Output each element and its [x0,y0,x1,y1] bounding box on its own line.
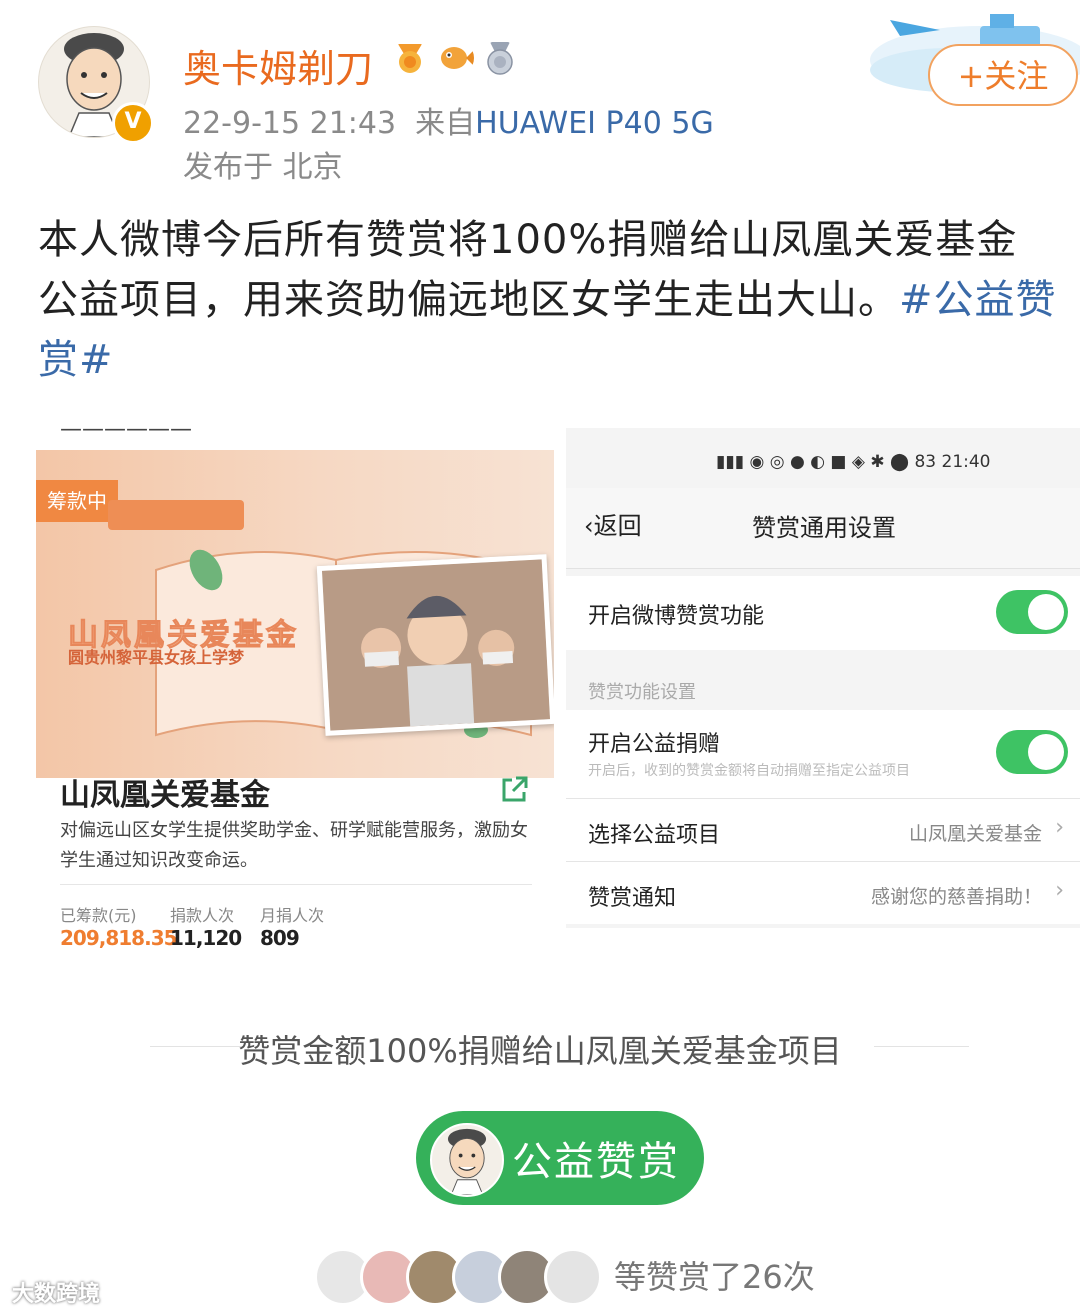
section-header: 赞赏功能设置 [588,682,696,703]
post-text: 本人微博今后所有赞赏将100%捐赠给山凤凰关爱基金公益项目，用来资助偏远地区女学… [38,210,1058,390]
donations-value: 11,120 [170,926,242,950]
external-link-icon[interactable] [498,774,530,806]
fund-project-screenshot[interactable]: —————— 筹款中 山凤凰关爱基金 圆贵州黎平县女孩上学梦 山凤凰关爱基金 [36,428,556,958]
fish-badge-icon [441,47,474,69]
reward-button-label: 公益赞赏 [512,1139,680,1185]
bronze-medal-icon [398,44,422,73]
monthly-value: 809 [260,926,300,950]
reward-settings-screenshot[interactable]: ▮▮▮ ◉ ◎ ● ◐ ■ ◈ ✱ ⬤ 83 21:40 ‹返回 赞赏通用设置 … [566,428,1080,928]
settings-title: 赞赏通用设置 [752,514,896,542]
device-link[interactable]: HUAWEI P40 5G [475,106,714,141]
row-select-project[interactable]: 选择公益项目 山凤凰关爱基金 › [566,799,1080,861]
donor-avatar[interactable] [544,1248,602,1306]
fund-banner: 筹款中 山凤凰关爱基金 圆贵州黎平县女孩上学梦 [36,450,554,778]
charity-reward-button[interactable]: 公益赞赏 [416,1111,704,1205]
row-hint: 开启后，收到的赞赏金额将自动捐赠至指定公益项目 [588,763,910,779]
caricature-face-icon [447,1128,487,1195]
nav-bar: ‹返回 赞赏通用设置 [566,488,1080,569]
chevron-right-icon: › [1055,878,1064,903]
row-enable-reward[interactable]: 开启微博赞赏功能 [566,576,1080,650]
source-prefix: 来自 [415,106,476,141]
back-button[interactable]: ‹返回 [584,506,642,541]
chevron-left-icon: ‹ [584,512,594,540]
post-meta: 22-9-15 21:43 来自HUAWEI P40 5G [183,98,714,142]
row-value: 感谢您的慈善捐助！ [870,886,1042,908]
project-description: 对偏远山区女学生提供奖助学金、研学赋能营服务，激励女学生通过知识改变命运。 [60,820,528,871]
signal-icon: ▮▮▮ ◉ ◎ ● ◐ ■ ◈ ✱ ⬤ [716,452,915,472]
toggle-knob [1028,594,1064,630]
divider [60,884,532,885]
reward-count[interactable]: 等赞赏了26次 [614,1252,815,1298]
post-body: 本人微博今后所有赞赏将100%捐赠给山凤凰关爱基金公益项目，用来资助偏远地区女学… [38,217,1018,323]
row-label: 选择公益项目 [588,823,721,848]
org-logo-chip [108,500,244,530]
fundraising-tag: 筹款中 [36,480,118,522]
status-time: 21:40 [941,452,991,472]
back-label: 返回 [593,512,642,540]
post-location: 发布于 北京 [183,150,343,185]
row-label: 开启微博赞赏功能 [588,604,765,629]
cropped-header: —————— [60,428,360,438]
chevron-right-icon: › [1055,815,1064,840]
battery-level: 83 [914,452,937,472]
enable-reward-toggle[interactable] [996,590,1068,634]
row-label: 赞赏通知 [588,886,677,911]
status-bar: ▮▮▮ ◉ ◎ ● ◐ ■ ◈ ✱ ⬤ 83 21:40 [716,452,991,472]
row-label: 开启公益捐赠 [588,732,721,757]
project-title: 山凤凰关爱基金 [60,778,270,813]
raised-value: 209,818.35 [60,926,178,950]
row-enable-charity[interactable]: 开启公益捐赠 开启后，收到的赞赏金额将自动捐赠至指定公益项目 [566,710,1080,798]
author-avatar-small [430,1123,504,1197]
monthly-label: 月捐人次 [260,906,325,925]
row-value: 山凤凰关爱基金 [908,823,1042,845]
silver-medal-icon [487,42,513,75]
watermark: 大数跨境 [12,1282,101,1307]
follow-button[interactable]: +关注 [928,44,1078,106]
toggle-knob [1028,734,1064,770]
row-reward-notice[interactable]: 赞赏通知 感谢您的慈善捐助！ › [566,862,1080,924]
author-name[interactable]: 奥卡姆剃刀 [183,38,373,93]
banner-fund-subtitle: 圆贵州黎平县女孩上学梦 [68,648,245,667]
donation-statement: 赞赏金额100%捐赠给山凤凰关爱基金项目 [238,1032,842,1070]
post-timestamp: 22-9-15 21:43 [183,106,397,141]
verified-badge: V [112,102,154,144]
donations-label: 捐款人次 [170,906,235,925]
raised-label: 已筹款(元) [60,906,137,925]
children-photo [316,554,554,736]
enable-charity-toggle[interactable] [996,730,1068,774]
